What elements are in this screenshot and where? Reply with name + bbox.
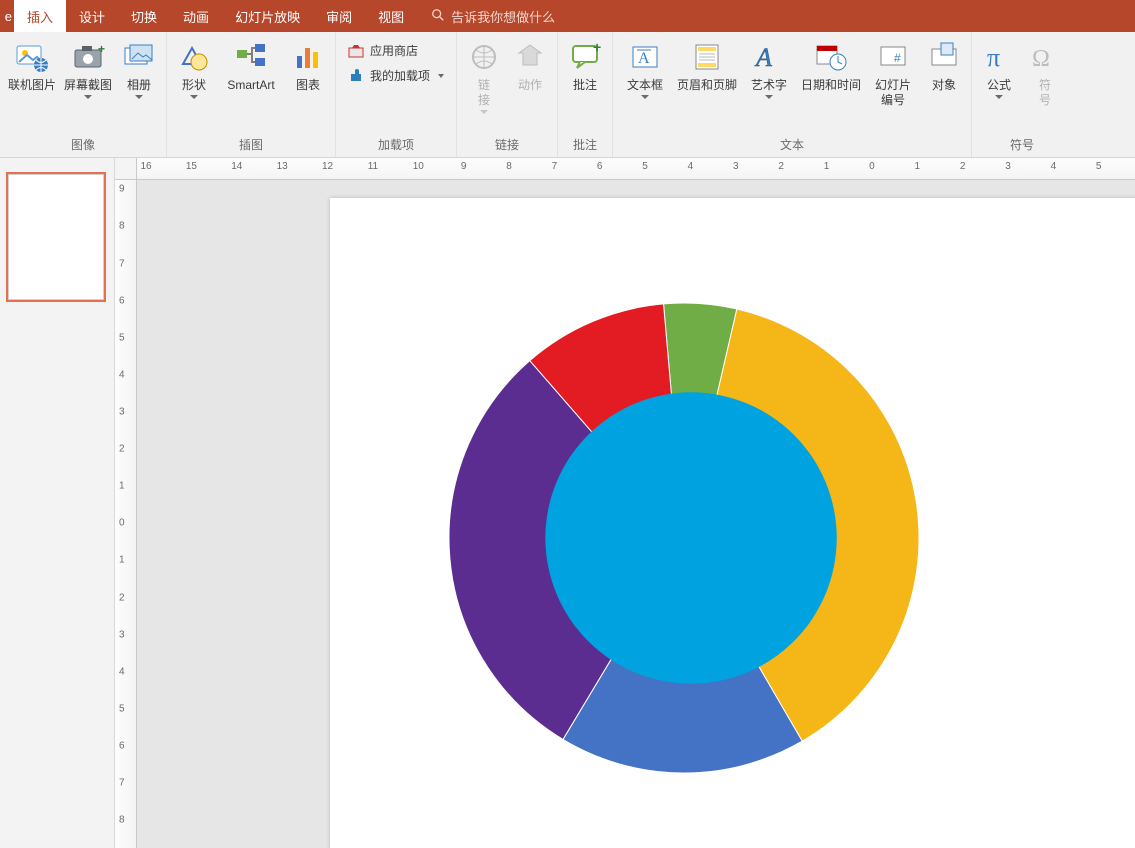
tab-file-stub[interactable]: e bbox=[0, 0, 14, 32]
action-icon bbox=[513, 40, 547, 74]
group-images: 联机图片 + 屏幕截图 相册 图像 bbox=[0, 32, 167, 157]
my-addins-button[interactable]: 我的加载项 bbox=[346, 65, 446, 86]
ruler-horizontal: 16151413121110987654321012345 bbox=[137, 158, 1135, 180]
pie-chart[interactable] bbox=[444, 298, 924, 778]
object-button[interactable]: 对象 bbox=[921, 36, 967, 108]
my-addins-label: 我的加载项 bbox=[370, 67, 430, 84]
group-comments-label: 批注 bbox=[562, 134, 608, 157]
hyperlink-icon bbox=[467, 40, 501, 74]
tabs-bar: e 插入 设计 切换 动画 幻灯片放映 审阅 视图 告诉我你想做什么 bbox=[0, 0, 1135, 32]
store-icon bbox=[348, 43, 364, 59]
shapes-icon bbox=[177, 40, 211, 74]
wordart-icon: A bbox=[752, 40, 786, 74]
tab-transition[interactable]: 切换 bbox=[118, 0, 170, 32]
group-text-label: 文本 bbox=[617, 134, 967, 157]
action-button: 动作 bbox=[507, 36, 553, 108]
tab-view[interactable]: 视图 bbox=[365, 0, 417, 32]
symbol-button: Ω 符 号 bbox=[1022, 36, 1068, 108]
pie-inner-disc[interactable] bbox=[545, 392, 836, 683]
symbol-icon: Ω bbox=[1028, 40, 1062, 74]
smartart-icon bbox=[234, 40, 268, 74]
tab-design[interactable]: 设计 bbox=[66, 0, 118, 32]
tell-me-placeholder: 告诉我你想做什么 bbox=[451, 7, 555, 26]
svg-text:A: A bbox=[754, 43, 772, 72]
smartart-button[interactable]: SmartArt bbox=[217, 36, 285, 108]
search-icon bbox=[431, 8, 445, 25]
group-symbols-label: 符号 bbox=[976, 134, 1068, 157]
online-pictures-button[interactable]: 联机图片 bbox=[4, 36, 60, 108]
comment-icon: + bbox=[568, 40, 602, 74]
album-icon bbox=[122, 40, 156, 74]
group-illustrations: 形状 SmartArt 图表 插图 bbox=[167, 32, 336, 157]
group-addins-label: 加载项 bbox=[340, 134, 452, 157]
hyperlink-button: 链 接 bbox=[461, 36, 507, 114]
store-label: 应用商店 bbox=[370, 42, 418, 59]
screenshot-button[interactable]: + 屏幕截图 bbox=[60, 36, 116, 108]
chart-button[interactable]: 图表 bbox=[285, 36, 331, 108]
addin-icon bbox=[348, 68, 364, 84]
svg-text:A: A bbox=[638, 50, 650, 67]
slide-canvas-wrap: 16151413121110987654321012345 9876543210… bbox=[115, 158, 1135, 848]
svg-text:+: + bbox=[98, 42, 105, 56]
ruler-corner bbox=[115, 158, 137, 180]
slide-canvas[interactable] bbox=[330, 198, 1135, 848]
wordart-button[interactable]: A 艺术字 bbox=[741, 36, 797, 108]
group-illustrations-label: 插图 bbox=[171, 134, 331, 157]
group-links-label: 链接 bbox=[461, 134, 553, 157]
tab-insert[interactable]: 插入 bbox=[14, 0, 66, 32]
svg-text:+: + bbox=[593, 40, 601, 55]
textbox-button[interactable]: A 文本框 bbox=[617, 36, 673, 108]
chart-icon bbox=[291, 40, 325, 74]
slide-thumbnail-1[interactable] bbox=[8, 174, 104, 300]
object-icon bbox=[927, 40, 961, 74]
svg-text:Ω: Ω bbox=[1032, 46, 1050, 72]
group-links: 链 接 动作 链接 bbox=[457, 32, 558, 157]
group-images-label: 图像 bbox=[4, 134, 162, 157]
datetime-button[interactable]: 日期和时间 bbox=[797, 36, 865, 108]
textbox-icon: A bbox=[628, 40, 662, 74]
slide-thumbnails-pane[interactable] bbox=[0, 158, 115, 848]
header-footer-button[interactable]: 页眉和页脚 bbox=[673, 36, 741, 108]
svg-text:#: # bbox=[894, 51, 901, 65]
svg-text:π: π bbox=[987, 43, 1000, 72]
ruler-vertical: 987654321012345678 bbox=[115, 180, 137, 848]
store-button[interactable]: 应用商店 bbox=[346, 40, 446, 61]
slide-number-icon: # bbox=[876, 40, 910, 74]
equation-icon: π bbox=[982, 40, 1016, 74]
group-text: A 文本框 页眉和页脚 A 艺术字 日期和时间 bbox=[613, 32, 972, 157]
camera-icon: + bbox=[71, 40, 105, 74]
datetime-icon bbox=[814, 40, 848, 74]
comment-button[interactable]: + 批注 bbox=[562, 36, 608, 108]
header-footer-icon bbox=[690, 40, 724, 74]
globe-picture-icon bbox=[15, 40, 49, 74]
ribbon: 联机图片 + 屏幕截图 相册 图像 形状 bbox=[0, 32, 1135, 158]
shapes-button[interactable]: 形状 bbox=[171, 36, 217, 108]
equation-button[interactable]: π 公式 bbox=[976, 36, 1022, 108]
group-comments: + 批注 批注 bbox=[558, 32, 613, 157]
editor-area: 16151413121110987654321012345 9876543210… bbox=[0, 158, 1135, 848]
group-addins: 应用商店 我的加载项 加载项 bbox=[336, 32, 457, 157]
tell-me-search[interactable]: 告诉我你想做什么 bbox=[417, 0, 555, 32]
group-symbols: π 公式 Ω 符 号 符号 bbox=[972, 32, 1072, 157]
tab-animation[interactable]: 动画 bbox=[170, 0, 222, 32]
tab-review[interactable]: 审阅 bbox=[313, 0, 365, 32]
album-button[interactable]: 相册 bbox=[116, 36, 162, 108]
slide-number-button[interactable]: # 幻灯片 编号 bbox=[865, 36, 921, 108]
tab-slideshow[interactable]: 幻灯片放映 bbox=[222, 0, 313, 32]
